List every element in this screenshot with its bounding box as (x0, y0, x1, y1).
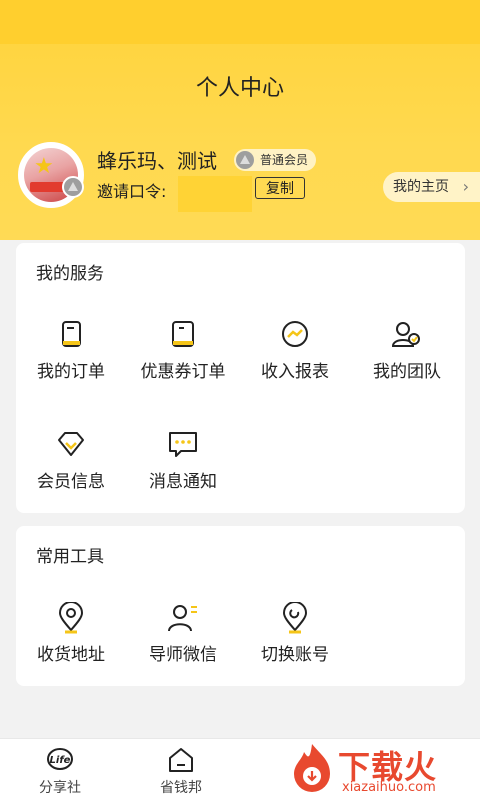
tab-save-money[interactable]: 省钱邦 (131, 747, 231, 797)
invite-code-value (178, 176, 252, 212)
tool-item-switch-account[interactable]: 切换账号 (240, 602, 350, 665)
service-item-orders[interactable]: 我的订单 (16, 319, 126, 382)
service-item-member-info[interactable]: 会员信息 (16, 429, 126, 492)
status-bar (0, 0, 480, 44)
tab-label: 分享社 (39, 780, 81, 796)
tab-share[interactable]: Life 分享社 (10, 747, 110, 797)
chevron-right-icon: › (462, 177, 469, 196)
invite-code-label: 邀请口令: (97, 182, 167, 201)
copy-button[interactable]: 复制 (255, 177, 305, 199)
username: 蜂乐玛、测试 (97, 149, 217, 173)
services-title: 我的服务 (36, 264, 104, 284)
svg-text:Life: Life (50, 755, 71, 766)
watermark-url: xiazaihuo.com (342, 780, 436, 795)
service-item-income-report[interactable]: 收入报表 (240, 319, 350, 382)
tool-item-label: 收货地址 (37, 645, 105, 665)
flame-logo-icon (294, 744, 330, 792)
location-icon (58, 602, 84, 634)
watermark: 下载火 xiazaihuo.com (282, 738, 480, 800)
diamond-icon (58, 432, 84, 456)
tool-item-label: 导师微信 (149, 645, 217, 665)
service-item-coupon-orders[interactable]: 优惠券订单 (128, 319, 238, 382)
page-title: 个人中心 (195, 76, 284, 101)
service-item-label: 优惠券订单 (140, 362, 226, 382)
member-level-badge: 普通会员 (234, 149, 317, 171)
coupon-order-icon (172, 321, 194, 347)
mentor-icon (168, 605, 197, 632)
life-icon: Life (47, 748, 73, 770)
service-item-team[interactable]: 我的团队 (352, 319, 462, 382)
my-homepage-label: 我的主页 (393, 179, 449, 195)
home-icon (169, 748, 193, 772)
member-level-label: 普通会员 (260, 153, 309, 167)
tool-item-label: 切换账号 (261, 645, 329, 665)
service-item-label: 我的订单 (37, 362, 105, 382)
income-report-icon (282, 321, 308, 347)
tool-item-mentor-wechat[interactable]: 导师微信 (128, 602, 238, 665)
my-homepage-button[interactable]: 我的主页 › (383, 172, 480, 202)
profile-header: 个人中心 ★ 蜂乐玛、测试 普通会员 邀请口令: 复制 我的主页 › (0, 0, 480, 240)
switch-account-icon (282, 602, 308, 634)
tab-label: 省钱邦 (160, 780, 202, 796)
service-item-label: 我的团队 (373, 362, 441, 382)
avatar[interactable]: ★ (18, 142, 84, 208)
level-badge-icon (62, 176, 84, 198)
services-card: 我的服务 我的订单 优惠券订单 收入报表 我的团队 会员信息 消息通知 (16, 243, 465, 513)
tool-item-address[interactable]: 收货地址 (16, 602, 126, 665)
tools-title: 常用工具 (36, 547, 104, 567)
service-item-messages[interactable]: 消息通知 (128, 429, 238, 492)
member-level-icon (236, 151, 254, 169)
team-icon (391, 322, 420, 347)
service-item-label: 会员信息 (37, 472, 105, 492)
message-icon (169, 432, 197, 457)
order-icon (62, 321, 81, 347)
tools-card: 常用工具 收货地址 导师微信 切换账号 (16, 526, 465, 686)
star-icon: ★ (34, 154, 54, 179)
service-item-label: 收入报表 (261, 362, 329, 382)
service-item-label: 消息通知 (149, 472, 217, 492)
